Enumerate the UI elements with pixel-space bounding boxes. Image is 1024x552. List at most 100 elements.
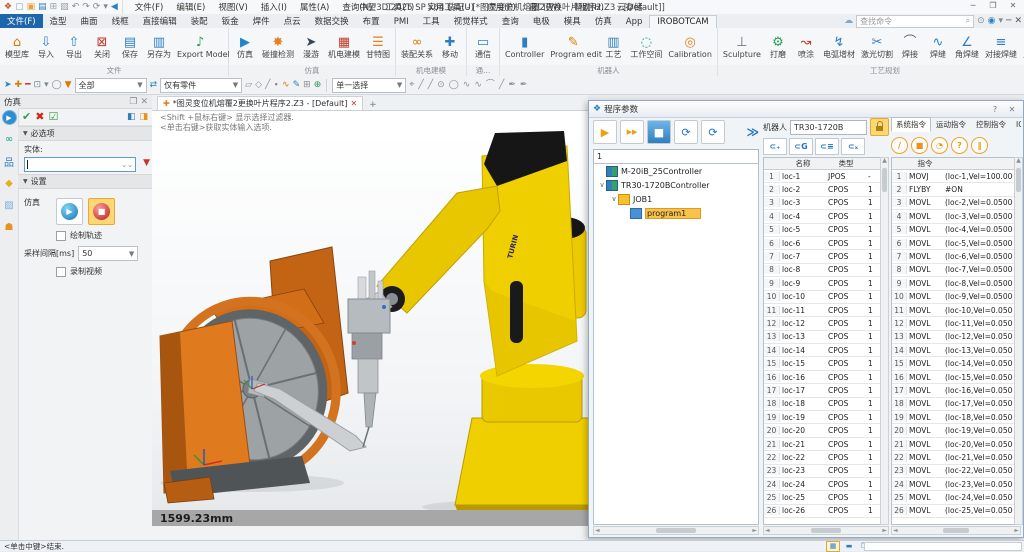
instruction-horizontal-scrollbar[interactable]: ◄ ► [891,526,1021,535]
program-edit-button[interactable]: ✎Program edit [547,35,599,59]
table-row[interactable]: 26MOVL(loc-25,Vel=0.05000,A [892,505,1020,518]
instruction-tab[interactable]: 系统指令 [891,117,931,132]
table-row[interactable]: 1loc-1JPOS- [764,170,888,183]
roaming-button[interactable]: ➤漫游 [297,35,325,59]
tree-horizontal-scrollbar[interactable]: ◄ ► [593,526,759,535]
ribbon-tab[interactable]: App [619,16,650,28]
scroll-left-icon[interactable]: ◄ [595,528,600,534]
3d-scene-svg[interactable]: TURIN [152,131,588,510]
ribbon-tab[interactable]: 焊件 [246,14,277,28]
instruction-tab[interactable]: IO指令 [1011,117,1021,132]
robot-name-field[interactable]: TR30-1720B [790,120,867,135]
program-window-titlebar[interactable]: ❖ 程序参数 ? ✕ [589,101,1023,118]
scroll-right-icon[interactable]: ► [752,528,757,534]
simulate-command-icon[interactable]: ▶ [2,110,17,125]
hierarchy-icon[interactable]: 品 [2,154,17,169]
page-option-icon[interactable]: ◨ [139,110,148,124]
process-button[interactable]: ▥工艺 [599,35,627,59]
gantt-button[interactable]: ☰甘特图 [363,35,393,59]
location-vertical-scrollbar[interactable]: ▲ [880,157,889,525]
communication-button[interactable]: ▭通信 [469,35,497,59]
table-row[interactable]: 22MOVL(loc-21,Vel=0.05000,A [892,451,1020,464]
pick-icon[interactable]: ➤ [4,78,12,92]
loc-delete-button[interactable]: ⊂ₓ [841,138,865,155]
remove-select-icon[interactable]: ━ [25,78,30,92]
cmd-stop-icon[interactable]: ■ [911,137,928,154]
save-button[interactable]: ▤保存 [116,35,144,59]
new-tab-button[interactable]: + [369,100,377,110]
table-row[interactable]: 18MOVL(loc-17,Vel=0.05000,A [892,398,1020,411]
export-button[interactable]: ⇧导出 [60,35,88,59]
caret-icon[interactable]: ▾ [999,14,1004,28]
jump-line-input[interactable]: 1 [593,149,759,164]
sketch-filter-icon[interactable]: ✎ [293,78,301,92]
loop-step-button[interactable]: ⟳ [701,120,725,144]
table-row[interactable]: 10loc-10CPOS1 [764,291,888,304]
scroll-right-icon[interactable]: ► [882,528,887,534]
ribbon-tab[interactable]: 布置 [356,14,387,28]
table-row[interactable]: 22loc-22CPOS1 [764,451,888,464]
ribbon-tab[interactable]: 视觉样式 [447,14,495,28]
instruction-tab[interactable]: 运动指令 [931,117,971,132]
scroll-up-icon[interactable]: ▲ [881,158,888,164]
ribbon-tab[interactable]: 查询 [495,14,526,28]
table-row[interactable]: 14MOVL(loc-13,Vel=0.05000,A [892,344,1020,357]
tree-expander-icon[interactable]: ∨ [610,195,618,203]
close-doc-button[interactable]: ⊠关闭 [88,35,116,59]
table-row[interactable]: 25MOVL(loc-24,Vel=0.05000,A [892,491,1020,504]
chevron-down-icon[interactable]: ⌄⌄ [121,161,133,169]
model-library-button[interactable]: ⌂模型库 [2,35,32,59]
ribbon-tab[interactable]: 钣金 [215,14,246,28]
cancel-button[interactable]: ✖ [35,110,44,124]
scrollbar-thumb[interactable] [882,168,887,192]
table-row[interactable]: 7MOVL(loc-6,Vel=0.05000,A [892,250,1020,263]
ribbon-tab[interactable]: 工具 [416,14,447,28]
checkbox[interactable] [56,267,66,277]
filter-all-dropdown[interactable]: 全部▼ [75,78,147,93]
menubar-item[interactable]: 编辑(E) [170,1,211,13]
polyline-icon[interactable]: ╱ [428,78,433,92]
command-search-input[interactable]: 查找命令 ⌕ [856,15,974,28]
close-button[interactable]: ✕ [1004,0,1022,12]
ok-button[interactable]: ✔ [22,110,31,124]
table-row[interactable]: 13MOVL(loc-12,Vel=0.05000,A [892,331,1020,344]
table-row[interactable]: 24MOVL(loc-23,Vel=0.05000,A [892,478,1020,491]
tree-item[interactable]: ∨JOB1 [594,192,758,206]
fillet-weld-button[interactable]: ∠角焊缝 [952,35,982,59]
window-select-dropdown-icon[interactable]: ▾ [44,78,49,92]
gear-icon[interactable]: ⊙ [977,14,985,28]
sim-stop-button[interactable]: ■ [88,198,115,225]
play-button[interactable]: ▶ [593,120,617,144]
checkbox[interactable] [56,231,66,241]
stamp-icon[interactable]: ✒ [508,78,516,92]
controller-button[interactable]: ▮Controller [502,35,547,59]
ribbon-tab[interactable]: PMI [387,16,416,28]
menubar-item[interactable]: 视图(V) [212,1,253,13]
table-row[interactable]: 6loc-6CPOS1 [764,237,888,250]
3d-viewport[interactable]: ✚ *图灵变位机熔覆2更换叶片程序2.Z3 - [Default] ✕ + <S… [152,95,588,540]
sim-play-button[interactable]: ▶ [56,198,83,225]
minimize-button[interactable]: ─ [964,0,982,12]
ribbon-tab[interactable]: 电极 [526,14,557,28]
save-icon[interactable]: ▤ [38,1,47,13]
undo-icon[interactable]: ↶ [72,1,80,13]
status-monitor-icon[interactable]: ▬ [843,542,855,551]
circle-center-icon[interactable]: ⊙ [437,78,445,92]
arc-additive-button[interactable]: ↯电弧增材 [820,35,858,59]
move-button[interactable]: ✚移动 [436,35,464,59]
table-row[interactable]: 17loc-17CPOS1 [764,384,888,397]
table-row[interactable]: 19MOVL(loc-18,Vel=0.05000,A [892,411,1020,424]
stop-button[interactable]: ■ [647,120,671,144]
location-horizontal-scrollbar[interactable]: ◄ ► [763,526,889,535]
tree-expander-icon[interactable]: ∨ [598,181,606,189]
ribbon-tab[interactable]: 直接编辑 [136,14,184,28]
pin-option-icon[interactable]: ◧ [127,110,136,124]
instruction-tab[interactable]: 控制指令 [971,117,1011,132]
window-close-button[interactable]: ✕ [1005,105,1019,114]
sculpture-button[interactable]: ⊥Sculpture [720,35,764,59]
workspace-button[interactable]: ◌工作空间 [627,35,665,59]
table-row[interactable]: 4loc-4CPOS1 [764,210,888,223]
apply-button[interactable]: ☑ [48,110,58,124]
positioner-model[interactable] [152,247,355,503]
close-panel-icon[interactable]: ✕ [140,95,148,109]
